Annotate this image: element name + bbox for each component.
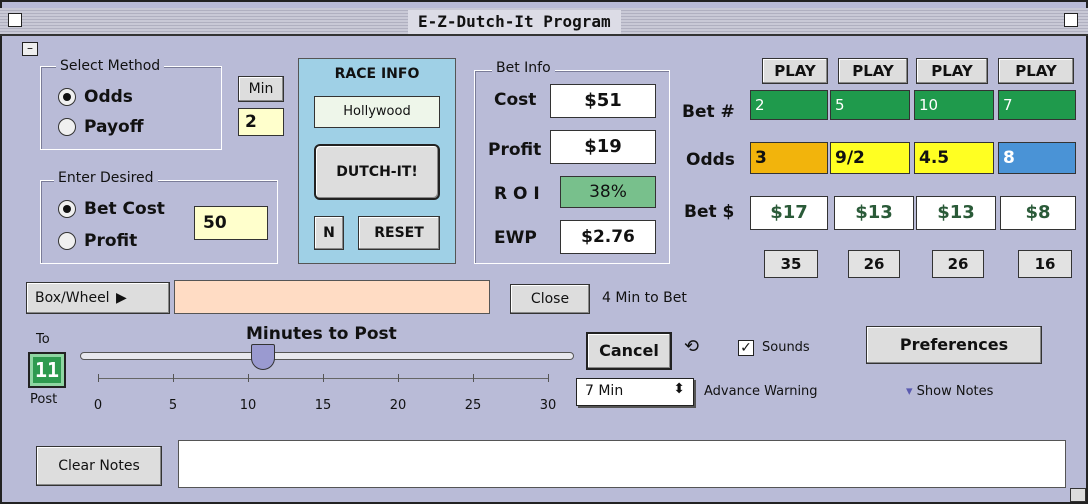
odds-radio[interactable] (58, 88, 76, 106)
bet-number-label: Bet # (682, 102, 735, 122)
play-button-3[interactable]: PLAY (916, 58, 988, 84)
odds-3[interactable]: 4.5 (914, 142, 994, 174)
post-label: Post (30, 392, 58, 407)
bet-cost-radio-label: Bet Cost (84, 199, 165, 219)
bet-number-2[interactable]: 5 (830, 90, 910, 120)
notes-field[interactable] (178, 440, 1066, 488)
bet-amount-label: Bet $ (684, 202, 735, 222)
cost-label: Cost (494, 90, 537, 110)
minutes-to-post-label: Minutes to Post (246, 324, 397, 344)
sounds-label: Sounds (762, 340, 810, 355)
roi-label: R O I (494, 184, 540, 204)
slider-tick (473, 374, 474, 382)
triangle-right-icon: ▶ (116, 290, 127, 306)
minutes-display: 11 (28, 352, 66, 388)
preferences-button[interactable]: Preferences (866, 326, 1042, 364)
roi-field: 38% (560, 176, 656, 208)
count-4: 16 (1018, 250, 1072, 278)
slider-tick (98, 374, 99, 382)
resize-grip[interactable] (1070, 488, 1086, 502)
bet-info-label: Bet Info (492, 60, 555, 76)
zoom-box[interactable] (1064, 13, 1078, 27)
profit-field: $19 (550, 130, 656, 164)
bet-amount-3: $13 (916, 196, 996, 230)
odds-2[interactable]: 9/2 (830, 142, 910, 174)
slider-tick (173, 374, 174, 382)
n-button[interactable]: N (314, 216, 344, 250)
slider-tick (548, 374, 549, 382)
minutes-slider-track[interactable] (80, 352, 574, 360)
count-2: 26 (848, 250, 900, 278)
to-label: To (36, 332, 50, 347)
ewp-label: EWP (494, 228, 537, 248)
min-button[interactable]: Min (238, 76, 284, 102)
close-box[interactable] (8, 13, 22, 27)
box-wheel-label: Box/Wheel (35, 290, 110, 306)
count-3: 26 (932, 250, 984, 278)
profit-label: Profit (488, 140, 542, 160)
refresh-icon[interactable]: ⟲ (684, 336, 699, 357)
play-button-4[interactable]: PLAY (998, 58, 1074, 84)
track-field[interactable]: Hollywood (314, 96, 440, 128)
bet-amount-1: $17 (750, 196, 828, 230)
up-down-arrows-icon: ⬍ (673, 381, 685, 397)
slider-tick (323, 374, 324, 382)
minutes-to-bet-message: 4 Min to Bet (602, 290, 687, 306)
play-button-1[interactable]: PLAY (762, 58, 828, 84)
slider-tick-label: 10 (239, 398, 257, 413)
bet-cost-radio[interactable] (58, 200, 76, 218)
odds-4[interactable]: 8 (998, 142, 1076, 174)
profit-radio-label: Profit (84, 231, 138, 251)
reset-button[interactable]: RESET (358, 216, 440, 250)
slider-tick-label: 30 (539, 398, 557, 413)
disclosure-triangle-icon: ▾ (906, 384, 913, 399)
bet-number-1[interactable]: 2 (750, 90, 828, 120)
collapse-button[interactable]: – (22, 42, 38, 56)
slider-tick-label: 20 (389, 398, 407, 413)
desired-amount-field[interactable]: 50 (194, 206, 268, 240)
minutes-slider-thumb[interactable] (251, 344, 275, 370)
slider-tick-label: 25 (464, 398, 482, 413)
bet-number-4[interactable]: 7 (998, 90, 1076, 120)
window-title: E-Z-Dutch-It Program (408, 10, 621, 34)
slider-tick-label: 15 (314, 398, 332, 413)
select-method-label: Select Method (56, 58, 165, 74)
min-field[interactable]: 2 (238, 108, 284, 136)
odds-1[interactable]: 3 (750, 142, 828, 174)
ewp-field: $2.76 (560, 220, 656, 254)
play-button-2[interactable]: PLAY (838, 58, 908, 84)
race-info-label: RACE INFO (334, 66, 420, 82)
select-method-group (40, 66, 222, 150)
payoff-radio[interactable] (58, 118, 76, 136)
cost-field: $51 (550, 84, 656, 118)
slider-tick (248, 374, 249, 382)
profit-radio[interactable] (58, 232, 76, 250)
bet-amount-4: $8 (1000, 196, 1076, 230)
slider-tick-label: 5 (168, 398, 178, 413)
show-notes-label: Show Notes (916, 384, 994, 399)
dutch-it-button[interactable]: DUTCH-IT! (314, 144, 440, 200)
odds-label: Odds (686, 150, 735, 170)
box-wheel-popup[interactable]: Box/Wheel ▶ (26, 282, 170, 314)
cancel-button[interactable]: Cancel (586, 332, 672, 370)
sounds-checkbox[interactable]: ✓ (738, 340, 754, 356)
odds-radio-label: Odds (84, 87, 133, 107)
bet-number-3[interactable]: 10 (914, 90, 994, 120)
slider-tick-label: 0 (93, 398, 103, 413)
advance-warning-label: Advance Warning (704, 384, 818, 399)
show-notes-toggle[interactable]: ▾ Show Notes (906, 384, 993, 399)
box-wheel-field[interactable] (174, 280, 490, 314)
clear-notes-button[interactable]: Clear Notes (36, 446, 162, 486)
enter-desired-label: Enter Desired (54, 170, 158, 186)
advance-warning-value: 7 Min (585, 383, 624, 399)
advance-warning-select[interactable]: 7 Min ⬍ (576, 378, 694, 406)
slider-tick (398, 374, 399, 382)
close-button[interactable]: Close (510, 284, 590, 314)
count-1: 35 (764, 250, 818, 278)
payoff-radio-label: Payoff (84, 117, 144, 137)
bet-amount-2: $13 (834, 196, 914, 230)
